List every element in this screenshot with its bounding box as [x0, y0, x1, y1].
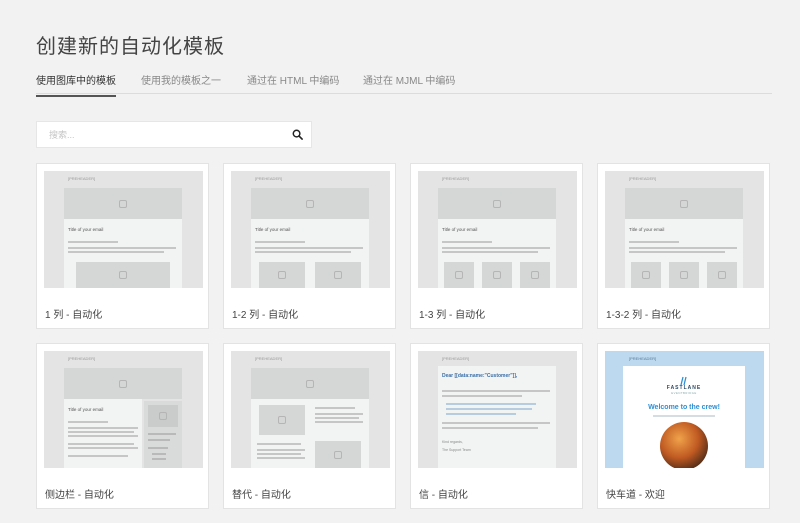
- image-icon: [642, 271, 650, 279]
- search-input[interactable]: [37, 122, 285, 147]
- image-placeholder: [64, 188, 182, 219]
- search-icon: [292, 129, 303, 140]
- image-icon: [159, 412, 167, 420]
- image-placeholder: [707, 262, 737, 288]
- image-icon: [119, 199, 127, 208]
- template-preview: [PREHEADER]: [231, 351, 390, 468]
- image-icon: [119, 271, 127, 279]
- image-icon: [531, 271, 539, 279]
- template-preview: [PREHEADER] Title of your email: [231, 171, 390, 288]
- template-label: 1-3 列 - 自动化: [419, 310, 486, 321]
- image-placeholder: [482, 262, 512, 288]
- template-preview: [PREHEADER] Title of your email: [44, 171, 203, 288]
- page-title: 创建新的自动化模板: [36, 36, 225, 58]
- tab-gallery[interactable]: 使用图库中的模板: [36, 72, 116, 97]
- image-placeholder: [148, 405, 178, 427]
- template-preview: [PREHEADER] Title of your email: [605, 171, 764, 288]
- sidebar-column: [144, 401, 182, 468]
- image-icon: [680, 199, 688, 208]
- search-box: [36, 121, 312, 148]
- image-placeholder: [315, 262, 361, 288]
- image-icon: [306, 379, 314, 388]
- template-label: 信 - 自动化: [419, 490, 468, 501]
- template-card-1-3-2-column[interactable]: [PREHEADER] Title of your email 1-3-2 列 …: [597, 163, 770, 329]
- image-icon: [334, 271, 342, 279]
- template-card-1-column[interactable]: [PREHEADER] Title of your email 1 列 - 自动…: [36, 163, 209, 329]
- template-label: 替代 - 自动化: [232, 490, 291, 501]
- image-placeholder: [315, 441, 361, 468]
- template-card-fastlane-welcome[interactable]: [PREHEADER] FASTLANE EVENTBRIDGE Welcome…: [597, 343, 770, 509]
- image-icon: [119, 379, 127, 388]
- image-placeholder: [631, 262, 661, 288]
- tab-html-code[interactable]: 通过在 HTML 中编码: [247, 72, 339, 87]
- template-card-letter[interactable]: [PREHEADER] Dear [[data:name:"Customer"]…: [410, 343, 583, 509]
- image-placeholder: [669, 262, 699, 288]
- crew-photo: [660, 422, 708, 468]
- template-card-1-3-column[interactable]: [PREHEADER] Title of your email 1-3 列 - …: [410, 163, 583, 329]
- template-label: 1-2 列 - 自动化: [232, 310, 299, 321]
- tab-mjml-code[interactable]: 通过在 MJML 中编码: [363, 72, 455, 87]
- image-icon: [680, 271, 688, 279]
- template-preview: [PREHEADER] Title of your email: [44, 351, 203, 468]
- template-label: 快车道 - 欢迎: [606, 490, 665, 501]
- template-card-alternate[interactable]: [PREHEADER] 替代 - 自动化: [223, 343, 396, 509]
- image-icon: [455, 271, 463, 279]
- image-icon: [278, 271, 286, 279]
- image-placeholder: [251, 188, 369, 219]
- tab-my-templates[interactable]: 使用我的模板之一: [141, 72, 221, 87]
- image-icon: [718, 271, 726, 279]
- search-button[interactable]: [284, 122, 311, 147]
- image-placeholder: [438, 188, 556, 219]
- image-placeholder: [259, 262, 305, 288]
- image-icon: [278, 416, 286, 424]
- image-placeholder: [625, 188, 743, 219]
- image-placeholder: [76, 262, 170, 288]
- image-icon: [493, 199, 501, 208]
- image-icon: [306, 199, 314, 208]
- image-placeholder: [520, 262, 550, 288]
- image-placeholder: [64, 368, 182, 399]
- fastlane-logo: [679, 373, 689, 386]
- template-card-sidebar[interactable]: [PREHEADER] Title of your email 侧边栏 - 自动…: [36, 343, 209, 509]
- template-card-1-2-column[interactable]: [PREHEADER] Title of your email 1-2 列 - …: [223, 163, 396, 329]
- template-label: 1 列 - 自动化: [45, 310, 103, 321]
- image-placeholder: [259, 405, 305, 435]
- template-label: 1-3-2 列 - 自动化: [606, 310, 682, 321]
- image-icon: [493, 271, 501, 279]
- template-label: 侧边栏 - 自动化: [45, 490, 114, 501]
- template-source-tabs: 使用图库中的模板 使用我的模板之一 通过在 HTML 中编码 通过在 MJML …: [36, 64, 772, 97]
- template-preview: [PREHEADER] Dear [[data:name:"Customer"]…: [418, 351, 577, 468]
- template-preview: [PREHEADER] FASTLANE EVENTBRIDGE Welcome…: [605, 351, 764, 468]
- image-placeholder: [444, 262, 474, 288]
- image-placeholder: [251, 368, 369, 399]
- image-icon: [334, 450, 342, 459]
- template-preview: [PREHEADER] Title of your email: [418, 171, 577, 288]
